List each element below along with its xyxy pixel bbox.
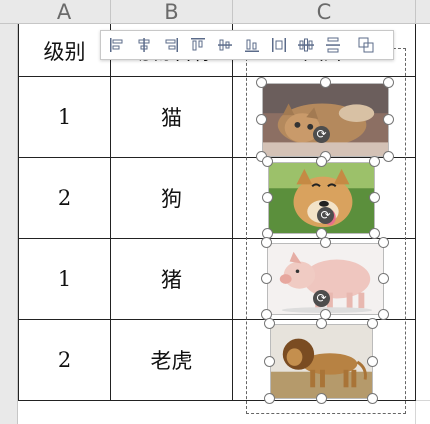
- align-middle-icon[interactable]: [212, 32, 238, 58]
- lion-picture[interactable]: [270, 324, 373, 399]
- column-separator: [415, 0, 416, 24]
- rotate-handle-icon[interactable]: ⟳: [313, 290, 330, 307]
- resize-handle[interactable]: [316, 393, 327, 404]
- resize-handle[interactable]: [378, 309, 389, 320]
- rotate-handle-icon[interactable]: ⟳: [317, 207, 334, 224]
- resize-handle[interactable]: [320, 237, 331, 248]
- resize-handle[interactable]: [264, 318, 275, 329]
- resize-handle[interactable]: [378, 273, 389, 284]
- resize-handle[interactable]: [264, 393, 275, 404]
- cell-animal-name[interactable]: 猫: [111, 77, 232, 157]
- group-objects-icon[interactable]: [353, 32, 379, 58]
- table-border: [232, 24, 233, 401]
- distribute-horizontally-icon[interactable]: [266, 32, 292, 58]
- cell-animal-name[interactable]: 狗: [111, 158, 232, 238]
- align-right-icon[interactable]: [158, 32, 184, 58]
- resize-handle[interactable]: [383, 77, 394, 88]
- cat-picture[interactable]: [262, 83, 389, 157]
- resize-handle[interactable]: [383, 114, 394, 125]
- row-header-gutter: [0, 24, 18, 424]
- rotate-handle-icon[interactable]: ⟳: [313, 126, 330, 143]
- resize-handle[interactable]: [256, 77, 267, 88]
- cell-level-header[interactable]: 级别: [19, 25, 110, 76]
- cell-level[interactable]: 2: [19, 320, 110, 400]
- align-bottom-icon[interactable]: [239, 32, 265, 58]
- resize-handle[interactable]: [316, 156, 327, 167]
- column-header-a[interactable]: A: [18, 0, 110, 24]
- resize-handle[interactable]: [320, 77, 331, 88]
- resize-handle[interactable]: [262, 156, 273, 167]
- resize-handle[interactable]: [383, 151, 394, 162]
- resize-handle[interactable]: [261, 273, 272, 284]
- resize-handle[interactable]: [261, 237, 272, 248]
- resize-handle[interactable]: [369, 192, 380, 203]
- align-top-icon[interactable]: [185, 32, 211, 58]
- distribute-vertically-icon[interactable]: [293, 32, 319, 58]
- resize-handle[interactable]: [256, 114, 267, 125]
- resize-handle[interactable]: [264, 356, 275, 367]
- cell-level[interactable]: 1: [19, 77, 110, 157]
- align-left-icon[interactable]: [104, 32, 130, 58]
- cat-image: [263, 84, 388, 156]
- resize-handle[interactable]: [262, 192, 273, 203]
- resize-handle[interactable]: [367, 356, 378, 367]
- resize-handle[interactable]: [369, 228, 380, 239]
- resize-handle[interactable]: [367, 318, 378, 329]
- column-header-c[interactable]: C: [233, 0, 415, 24]
- alignment-toolbar: [100, 30, 394, 60]
- cell-level[interactable]: 1: [19, 239, 110, 319]
- resize-handle[interactable]: [316, 318, 327, 329]
- align-center-icon[interactable]: [131, 32, 157, 58]
- distribute-spacing-icon[interactable]: [320, 32, 346, 58]
- cell-animal-name[interactable]: 老虎: [111, 320, 232, 400]
- column-header-b[interactable]: B: [111, 0, 232, 24]
- cell-level[interactable]: 2: [19, 158, 110, 238]
- resize-handle[interactable]: [369, 156, 380, 167]
- table-border: [415, 24, 416, 401]
- resize-handle[interactable]: [378, 237, 389, 248]
- lion-image: [271, 325, 372, 398]
- resize-handle[interactable]: [367, 393, 378, 404]
- cell-animal-name[interactable]: 猪: [111, 239, 232, 319]
